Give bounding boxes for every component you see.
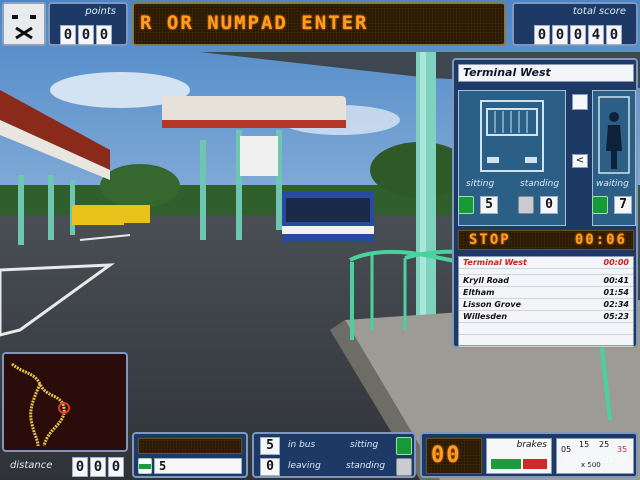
bus-passenger-panel: 5 in bus 0 leaving sitting standing — [252, 432, 416, 478]
route-map — [11, 362, 70, 447]
total-score-label: total score — [572, 6, 626, 17]
points-digit: 0 — [60, 25, 76, 45]
total-score-panel: total score 00040 — [512, 2, 638, 46]
total-digit: 0 — [570, 25, 586, 45]
stop-led-text: STOP — [469, 232, 511, 248]
waiting-count: 7 — [614, 196, 632, 214]
standing-toggle-icon[interactable] — [396, 458, 412, 476]
schedule-stop: Terminal West — [463, 258, 527, 267]
stop-timer-led: 00:06 — [574, 232, 627, 248]
brakes-bar — [491, 459, 521, 469]
points-label: points — [85, 6, 116, 17]
distance-label: distance — [10, 460, 53, 471]
points-digits: 000 — [60, 24, 114, 45]
speed-tick: 25 — [599, 440, 610, 449]
speed-tick: 15 — [579, 440, 590, 449]
standing-label-bottom: standing — [346, 461, 386, 471]
distance-digit: 0 — [90, 457, 106, 477]
schedule-stop: Willesden — [463, 312, 508, 321]
marquee-text: R OR NUMPAD ENTER — [140, 12, 369, 34]
route-number: 5 — [154, 458, 242, 474]
waiting-icon — [592, 196, 608, 214]
distance-panel: distance 000 — [2, 454, 128, 478]
total-digit: 0 — [552, 25, 568, 45]
passenger-icon — [598, 96, 630, 174]
total-digit: 0 — [534, 25, 550, 45]
schedule-time: 00:00 — [603, 258, 629, 267]
stop-timer-display: STOP 00:06 — [458, 230, 634, 250]
watermark: Response. — [565, 450, 632, 466]
brakes-label: brakes — [516, 440, 547, 450]
route-icon — [138, 458, 152, 474]
gear-led: 00 — [431, 443, 462, 468]
sitting-toggle-icon[interactable] — [396, 437, 412, 455]
distance-digit: 0 — [108, 457, 124, 477]
route-display-panel: 5 — [132, 432, 248, 478]
standing-icon — [518, 196, 534, 214]
schedule-stop: Eltham — [463, 288, 495, 297]
sitting-label: sitting — [466, 179, 495, 189]
back-button[interactable]: < — [572, 154, 588, 168]
schedule-row: Terminal West 00:00 — [459, 257, 633, 269]
sitting-icon — [458, 196, 474, 214]
message-marquee: R OR NUMPAD ENTER — [132, 2, 506, 46]
gear-display: 00 — [426, 438, 482, 474]
sitting-count: 5 — [480, 196, 498, 214]
leaving-label: leaving — [288, 461, 321, 471]
schedule-time: 01:54 — [603, 288, 629, 297]
bus-front-icon — [480, 100, 544, 172]
schedule-row: Lisson Grove 02:34 — [459, 299, 633, 311]
standing-count: 0 — [540, 196, 558, 214]
in-bus-label: in bus — [288, 440, 316, 450]
schedule-time: 00:41 — [603, 276, 629, 285]
driver-mood-icon — [2, 2, 46, 46]
points-digit: 0 — [78, 25, 94, 45]
points-digit: 0 — [96, 25, 112, 45]
stop-panel: Terminal West < sitting standing waiting… — [452, 58, 638, 348]
total-digit: 0 — [606, 25, 622, 45]
schedule-time: 05:23 — [603, 312, 629, 321]
schedule-row — [459, 323, 633, 335]
terminal-name: Terminal West — [458, 64, 634, 82]
schedule-row — [459, 335, 633, 347]
brakes-gauge: brakes — [486, 438, 552, 474]
waiting-label: waiting — [596, 179, 629, 189]
in-bus-count: 5 — [260, 437, 280, 455]
total-digit: 4 — [588, 25, 604, 45]
schedule-row: Willesden 05:23 — [459, 311, 633, 323]
schedule-stop: Kryll Road — [463, 276, 510, 285]
distance-digits: 000 — [72, 456, 126, 477]
distance-digit: 0 — [72, 457, 88, 477]
sitting-label-bottom: sitting — [350, 440, 379, 450]
leaving-count: 0 — [260, 458, 280, 476]
points-panel: points 000 — [48, 2, 128, 46]
route-schedule: Terminal West 00:00 Kryll Road 00:41 Elt… — [458, 256, 634, 347]
route-led — [138, 438, 242, 454]
minimap — [2, 352, 128, 452]
schedule-row: Kryll Road 00:41 — [459, 275, 633, 287]
standing-label: standing — [520, 179, 560, 189]
schedule-row: Eltham 01:54 — [459, 287, 633, 299]
schedule-time: 02:34 — [603, 300, 629, 309]
toggle-checkbox[interactable] — [572, 94, 588, 110]
schedule-stop: Lisson Grove — [463, 300, 521, 309]
total-score-digits: 00040 — [534, 24, 624, 45]
